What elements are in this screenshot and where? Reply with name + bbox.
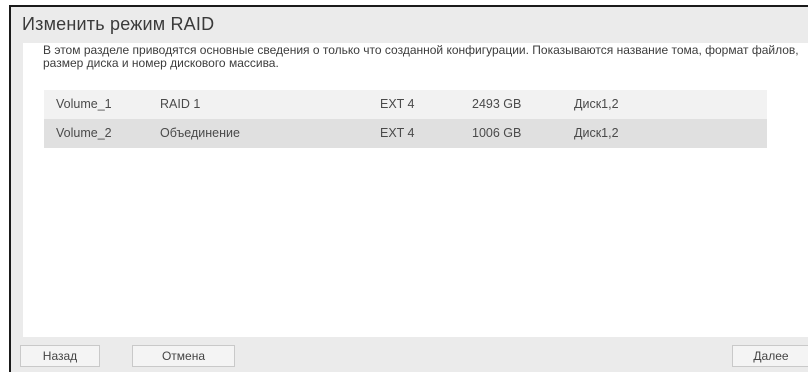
raid-mode: RAID 1 xyxy=(160,97,201,111)
disk-array: Диск1,2 xyxy=(574,126,619,140)
volume-size: 2493 GB xyxy=(472,97,522,111)
table-row: Volume_2 Объединение EXT 4 1006 GB Диск1… xyxy=(44,119,767,148)
volume-size: 1006 GB xyxy=(472,126,522,140)
volume-name: Volume_1 xyxy=(56,97,112,111)
volume-name: Volume_2 xyxy=(56,126,112,140)
file-format: EXT 4 xyxy=(380,97,415,111)
description-text: В этом разделе приводятся основные сведе… xyxy=(43,43,799,70)
dialog-content: В этом разделе приводятся основные сведе… xyxy=(23,43,808,337)
raid-dialog: Изменить режим RAID В этом разделе приво… xyxy=(9,5,808,372)
back-button[interactable]: Назад xyxy=(20,345,100,367)
dialog-title: Изменить режим RAID xyxy=(22,14,215,34)
cancel-button[interactable]: Отмена xyxy=(132,345,235,367)
volume-table: Volume_1 RAID 1 EXT 4 2493 GB Диск1,2 Vo… xyxy=(44,90,767,148)
disk-array: Диск1,2 xyxy=(574,97,619,111)
file-format: EXT 4 xyxy=(380,126,415,140)
table-row: Volume_1 RAID 1 EXT 4 2493 GB Диск1,2 xyxy=(44,90,767,119)
next-button[interactable]: Далее xyxy=(732,345,808,367)
raid-mode: Объединение xyxy=(160,126,240,140)
